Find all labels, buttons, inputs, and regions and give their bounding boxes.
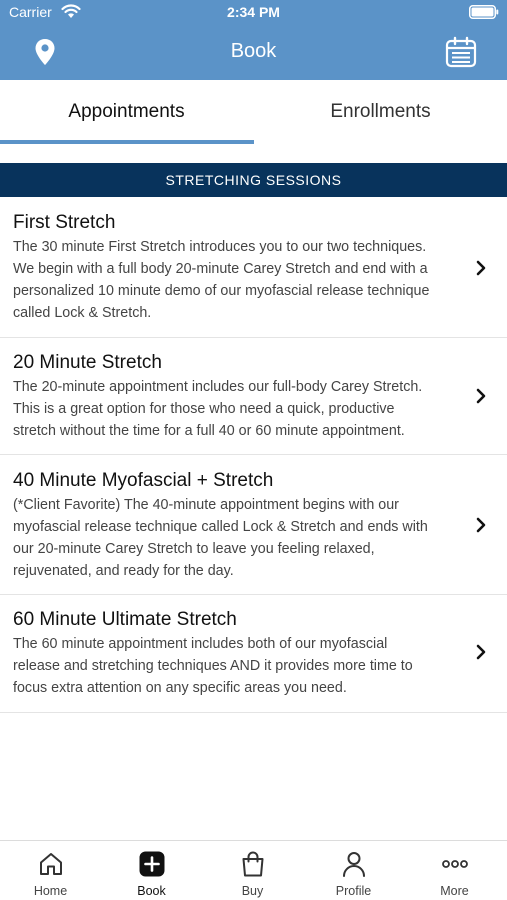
session-item-60-minute-ultimate[interactable]: 60 Minute Ultimate Stretch The 60 minute… — [0, 595, 507, 713]
tab-appointments-label: Appointments — [68, 101, 185, 122]
description-line: This is a great option for those who nee… — [13, 401, 395, 417]
tabbar-book[interactable]: Book — [101, 841, 202, 900]
chevron-right-icon — [476, 260, 486, 276]
description-line: focus extra attention on any specific ar… — [13, 680, 347, 696]
plus-square-icon — [139, 851, 165, 877]
description-line: (*Client Favorite) The 40-minute appoint… — [13, 497, 399, 513]
description-line: personalized 10 minute demo of our myofa… — [13, 283, 430, 299]
user-icon — [343, 852, 365, 877]
tabbar-more[interactable]: More — [404, 841, 505, 900]
session-title: 60 Minute Ultimate Stretch — [13, 609, 237, 630]
session-item-20-minute-stretch[interactable]: 20 Minute Stretch The 20-minute appointm… — [0, 338, 507, 455]
tabbar-home[interactable]: Home — [0, 841, 101, 900]
description-line: called Lock & Stretch. — [13, 305, 152, 321]
session-item-40-minute-myofascial[interactable]: 40 Minute Myofascial + Stretch (*Client … — [0, 455, 507, 595]
session-title: 40 Minute Myofascial + Stretch — [13, 470, 274, 491]
tabbar-buy-label: Buy — [241, 884, 264, 898]
description-line: We begin with a full body 20-minute Care… — [13, 261, 428, 277]
description-line: release and stretching techniques AND it… — [13, 658, 413, 674]
tab-enrollments-label: Enrollments — [330, 101, 431, 122]
chevron-right-icon — [476, 388, 486, 404]
session-description: (*Client Favorite) The 40-minute appoint… — [13, 494, 473, 582]
calendar-icon[interactable] — [445, 36, 477, 68]
status-bar: Carrier 2:34 PM — [0, 0, 507, 24]
tabbar-home-label: Home — [33, 884, 68, 898]
shopping-bag-icon — [242, 851, 264, 877]
booking-tabs: Appointments Enrollments — [0, 80, 507, 144]
session-list: First Stretch The 30 minute First Stretc… — [0, 198, 507, 713]
description-line: The 60 minute appointment includes both … — [13, 636, 388, 652]
tabbar-profile-label: Profile — [335, 884, 372, 898]
description-line: The 30 minute First Stretch introduces y… — [13, 239, 427, 255]
home-icon — [40, 853, 62, 875]
description-line: rejuvenated, and ready for the day. — [13, 563, 234, 579]
description-line: our 20-minute Carey Stretch to leave you… — [13, 541, 375, 557]
tabbar-more-label: More — [440, 884, 469, 898]
session-description: The 60 minute appointment includes both … — [13, 633, 473, 699]
session-title: 20 Minute Stretch — [13, 352, 162, 373]
app-header: Carrier 2:34 PM Book — [0, 0, 507, 80]
tabbar-buy[interactable]: Buy — [202, 841, 303, 900]
session-title: First Stretch — [13, 212, 116, 233]
chevron-right-icon — [476, 517, 486, 533]
tab-appointments[interactable]: Appointments — [0, 80, 253, 144]
tab-enrollments[interactable]: Enrollments — [254, 80, 507, 144]
active-tab-indicator — [0, 140, 254, 144]
chevron-right-icon — [476, 644, 486, 660]
tabbar-book-label: Book — [137, 884, 166, 898]
bottom-tab-bar: Home Book Buy Profile More — [0, 840, 507, 900]
session-description: The 20-minute appointment includes our f… — [13, 376, 473, 442]
tabbar-profile[interactable]: Profile — [303, 841, 404, 900]
battery-icon — [469, 5, 499, 19]
description-line: myofascial release technique called Lock… — [13, 519, 428, 535]
status-time: 2:34 PM — [227, 4, 280, 20]
description-line: The 20-minute appointment includes our f… — [13, 379, 423, 395]
session-description: The 30 minute First Stretch introduces y… — [13, 236, 473, 324]
section-title: STRETCHING SESSIONS — [165, 172, 342, 188]
page-title: Book — [230, 40, 277, 62]
section-header: STRETCHING SESSIONS — [0, 163, 507, 197]
session-item-first-stretch[interactable]: First Stretch The 30 minute First Stretc… — [0, 198, 507, 338]
description-line: stretch without the time for a full 40 o… — [13, 423, 405, 439]
ellipsis-icon — [442, 860, 468, 868]
